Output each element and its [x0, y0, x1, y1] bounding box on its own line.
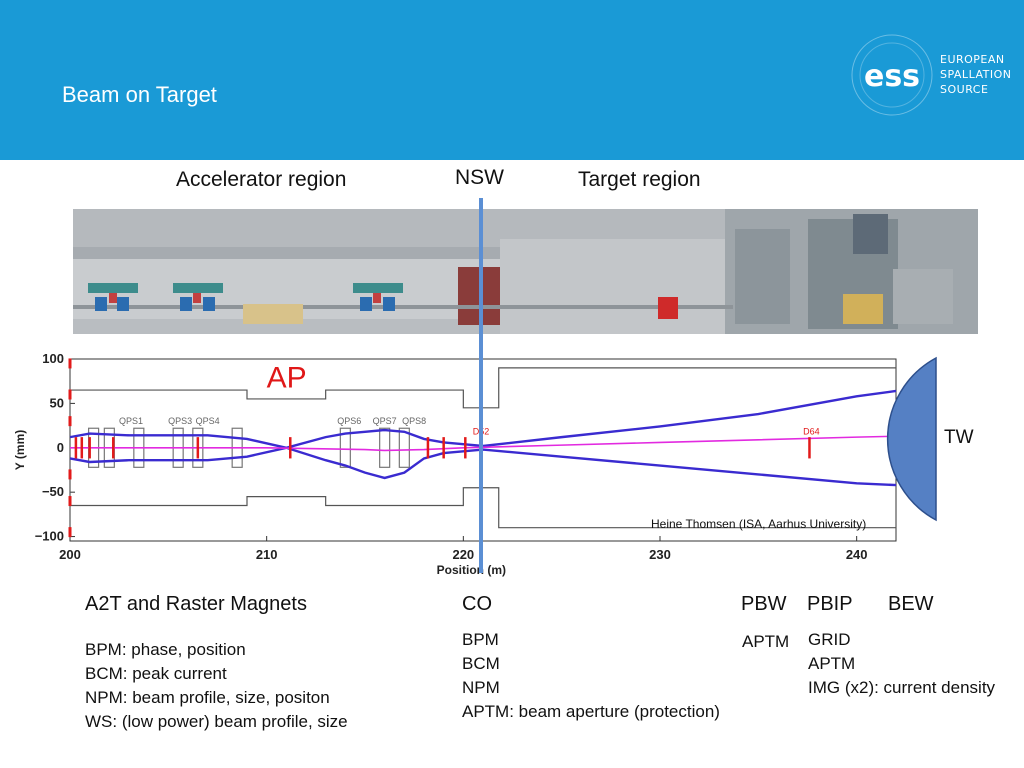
- magnet-label: QPS4: [196, 416, 220, 426]
- chart-axes: 200 210 220 230 240 100 50 0 −50 −100 Position (m)…: [14, 351, 897, 577]
- chart-title: AP: [267, 361, 307, 394]
- chart-credit: Heine Thomsen (ISA, Aarhus University): [651, 517, 867, 531]
- logo-line-2: SPALLATION: [940, 68, 1012, 81]
- magnet-label: QPS7: [373, 416, 397, 426]
- x-tick-label: 220: [452, 547, 474, 562]
- list-item: BCM: [462, 654, 500, 673]
- list-item: APTM: beam aperture (protection): [462, 702, 720, 721]
- beam-series-3: [70, 435, 897, 452]
- list-item: WS: (low power) beam profile, size: [85, 712, 348, 731]
- logo-mark: ess: [864, 59, 920, 94]
- a2t-list: BPM: phase, position BCM: peak current N…: [85, 638, 348, 734]
- tunnel-rendering: [73, 209, 978, 334]
- list-item: APTM: [742, 632, 790, 651]
- chart-labels: APQPS1QPS3QPS4QPS6QPS7QPS8D52D64: [119, 361, 820, 436]
- ess-logo-icon: ess: [851, 34, 933, 116]
- magnet-label: QPS8: [402, 416, 426, 426]
- x-tick-label: 230: [649, 547, 671, 562]
- y-tick-label: 50: [50, 395, 64, 410]
- co-title: CO: [462, 593, 492, 615]
- ess-logo: ess EUROPEAN SPALLATION SOURCE: [846, 30, 1016, 120]
- magnet-label: QPS6: [337, 416, 361, 426]
- magnet-box: [379, 427, 391, 468]
- list-item: APTM: [808, 654, 856, 673]
- list-item: IMG (x2): current density: [808, 678, 996, 697]
- logo-line-1: EUROPEAN: [940, 53, 1005, 66]
- pbw-title: PBW: [741, 593, 787, 615]
- pbw-list: APTM: [742, 630, 789, 654]
- magnet-label: QPS1: [119, 416, 143, 426]
- logo-text: EUROPEAN SPALLATION SOURCE: [940, 52, 1011, 97]
- list-item: BPM: [462, 630, 499, 649]
- x-axis-label: Position (m): [437, 563, 506, 577]
- y-tick-label: −50: [42, 484, 64, 499]
- marker-label: D64: [803, 426, 820, 436]
- list-item: BCM: peak current: [85, 664, 227, 683]
- pbip-title: PBIP: [807, 593, 853, 615]
- x-tick-label: 210: [256, 547, 278, 562]
- list-item: GRID: [808, 630, 851, 649]
- x-tick-label: 200: [59, 547, 81, 562]
- y-axis-label: Y (mm): [14, 430, 27, 470]
- nsw-line: [479, 198, 483, 573]
- accelerator-region-label: Accelerator region: [176, 168, 347, 191]
- target-wheel: [886, 356, 937, 522]
- list-item: NPM: [462, 678, 500, 697]
- target-wheel-shape: [886, 356, 937, 522]
- pbip-list: GRID APTM IMG (x2): current density: [808, 628, 995, 700]
- target-region-label: Target region: [578, 168, 701, 191]
- upper-aperture: [70, 367, 896, 409]
- co-list: BPM BCM NPM APTM: beam aperture (protect…: [462, 628, 720, 724]
- nsw-label: NSW: [455, 166, 504, 189]
- list-item: BPM: phase, position: [85, 640, 246, 659]
- target-wheel-label: TW: [944, 427, 974, 448]
- bew-title: BEW: [888, 593, 934, 615]
- y-tick-label: 100: [42, 351, 64, 366]
- a2t-title: A2T and Raster Magnets: [85, 593, 307, 615]
- beam-series: [69, 389, 897, 487]
- y-tick-label: 0: [57, 440, 64, 455]
- list-item: NPM: beam profile, size, positon: [85, 688, 330, 707]
- slide-title: Beam on Target: [62, 82, 217, 107]
- x-tick-label: 240: [846, 547, 868, 562]
- magnet-label: QPS3: [168, 416, 192, 426]
- logo-line-3: SOURCE: [940, 83, 989, 96]
- beam-envelope-chart: 200 210 220 230 240 100 50 0 −50 −100 Position (m)…: [14, 351, 937, 577]
- y-tick-label: −100: [35, 529, 64, 544]
